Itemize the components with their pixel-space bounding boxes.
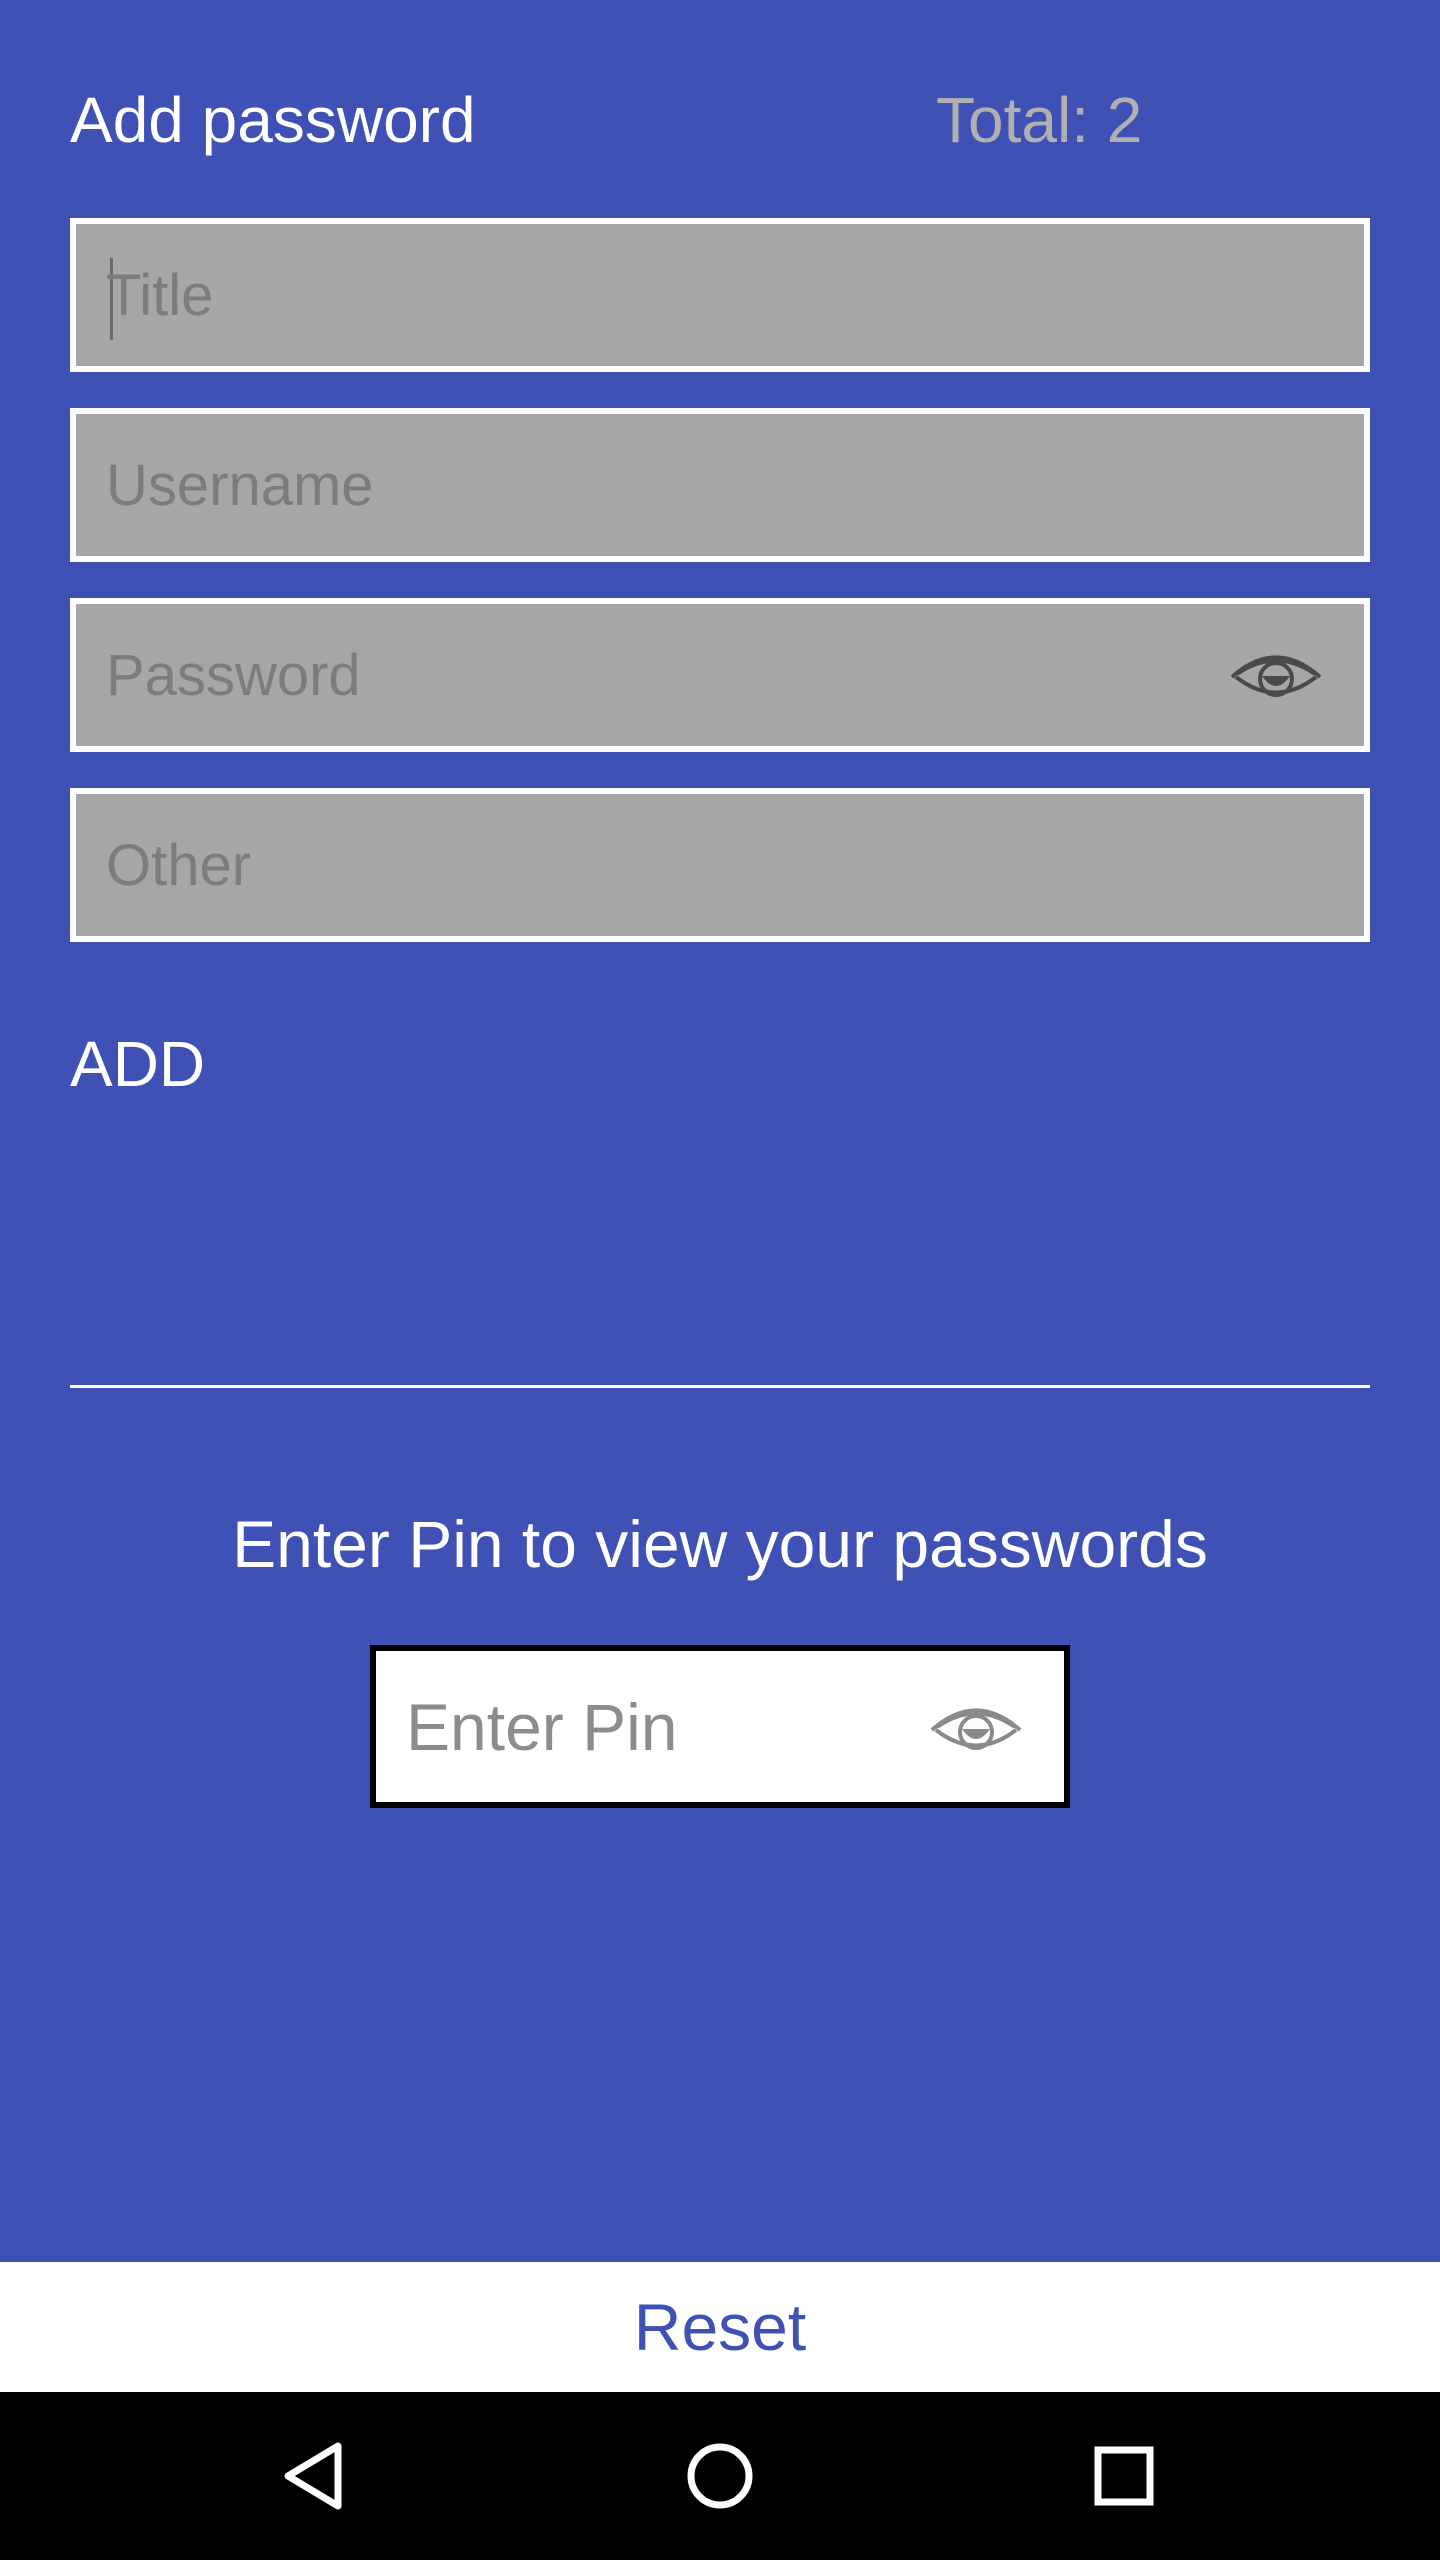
recents-square-icon[interactable] — [1074, 2426, 1174, 2526]
other-field[interactable] — [70, 788, 1370, 942]
eye-icon[interactable] — [1228, 644, 1324, 710]
reset-button[interactable]: Reset — [0, 2262, 1440, 2392]
total-count: Total: 2 — [936, 84, 1143, 156]
back-triangle-icon[interactable] — [266, 2426, 366, 2526]
title-input[interactable] — [106, 224, 1246, 366]
username-input[interactable] — [106, 414, 1246, 556]
password-field[interactable] — [70, 598, 1370, 752]
pin-input[interactable] — [406, 1651, 906, 1802]
add-button[interactable]: ADD — [70, 1024, 205, 1104]
divider — [70, 1385, 1370, 1388]
username-field[interactable] — [70, 408, 1370, 562]
pin-prompt: Enter Pin to view your passwords — [232, 1507, 1208, 1581]
title-field[interactable] — [70, 218, 1370, 372]
system-navigation-bar — [0, 2392, 1440, 2560]
home-circle-icon[interactable] — [670, 2426, 770, 2526]
reset-bar: Reset — [0, 2262, 1440, 2392]
eye-icon[interactable] — [928, 1697, 1024, 1763]
pin-field[interactable] — [370, 1645, 1070, 1808]
page-title: Add password — [70, 84, 476, 156]
other-input[interactable] — [106, 794, 1246, 936]
password-input[interactable] — [106, 604, 1156, 746]
